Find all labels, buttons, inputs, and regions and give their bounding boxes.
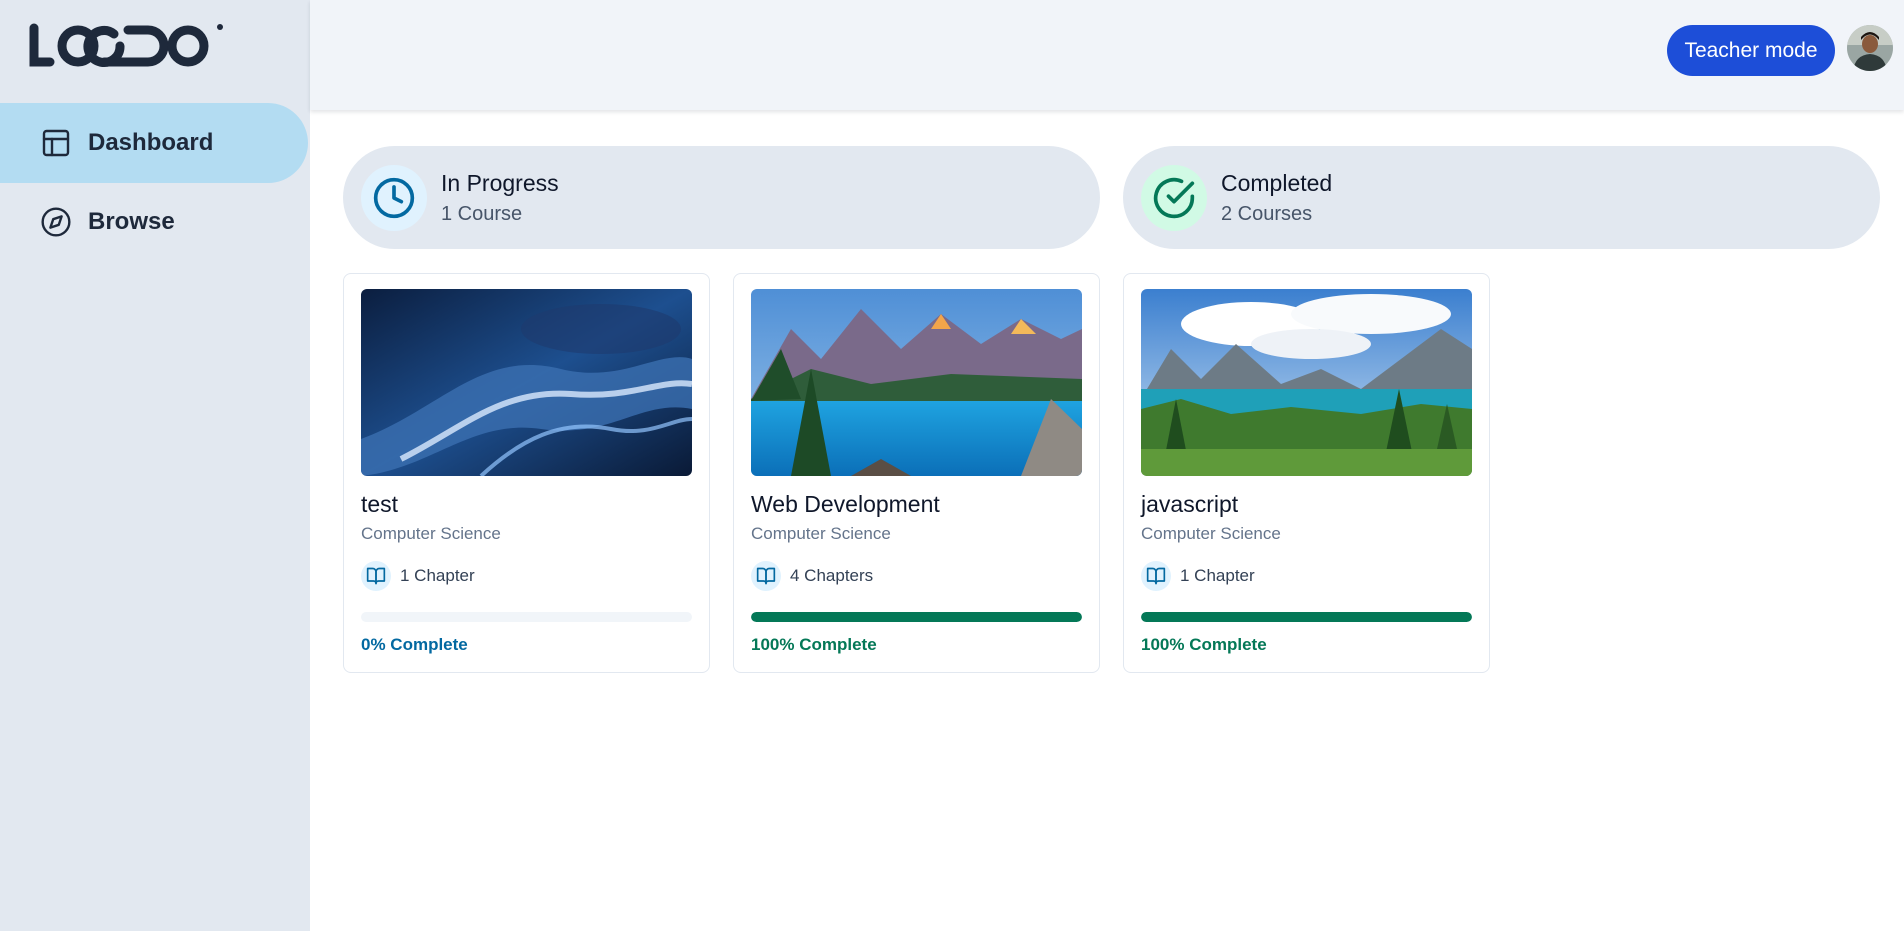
progress-bar — [361, 612, 692, 622]
book-open-icon — [1141, 561, 1171, 591]
progress-label: 0% Complete — [361, 635, 468, 654]
progress-fill — [1141, 612, 1472, 622]
stat-count: 2 Courses — [1221, 202, 1313, 225]
chapter-label: 1 Chapter — [400, 566, 475, 585]
course-title[interactable]: test — [361, 491, 398, 518]
progress-label: 100% Complete — [1141, 635, 1267, 654]
course-category: Computer Science — [751, 524, 891, 543]
sidebar-item-dashboard[interactable]: Dashboard — [0, 103, 308, 183]
course-image[interactable] — [1141, 289, 1472, 476]
progress-bar — [751, 612, 1082, 622]
chapter-count: 1 Chapter — [1141, 561, 1255, 591]
clock-icon — [361, 164, 427, 231]
in-progress-card: In Progress 1 Course — [343, 146, 1100, 249]
chapter-label: 1 Chapter — [1180, 566, 1255, 585]
check-circle-icon — [1141, 164, 1207, 231]
sidebar-item-label: Dashboard — [88, 129, 214, 156]
course-image[interactable] — [751, 289, 1082, 476]
top-header — [310, 0, 1904, 110]
teacher-mode-button[interactable]: Teacher mode — [1667, 25, 1835, 76]
chapter-count: 4 Chapters — [751, 561, 873, 591]
stat-count: 1 Course — [441, 202, 523, 225]
book-open-icon — [361, 561, 391, 591]
sidebar-item-label: Browse — [88, 208, 175, 235]
course-card[interactable]: javascript Computer Science 1 Chapter 10… — [1123, 273, 1490, 673]
logo[interactable] — [28, 22, 224, 72]
chapter-label: 4 Chapters — [790, 566, 874, 585]
course-category: Computer Science — [1141, 524, 1281, 543]
layout-icon — [40, 127, 72, 159]
course-image[interactable] — [361, 289, 692, 476]
stat-title: Completed — [1221, 169, 1333, 196]
book-open-icon — [751, 561, 781, 591]
progress-bar — [1141, 612, 1472, 622]
course-title[interactable]: javascript — [1141, 491, 1238, 518]
compass-icon — [40, 206, 72, 238]
stat-title: In Progress — [441, 169, 559, 196]
course-card[interactable]: Web Development Computer Science 4 Chapt… — [733, 273, 1100, 673]
progress-fill — [751, 612, 1082, 622]
sidebar: Dashboard Browse — [0, 0, 310, 931]
progress-label: 100% Complete — [751, 635, 877, 654]
completed-card: Completed 2 Courses — [1123, 146, 1880, 249]
course-card[interactable]: test Computer Science 1 Chapter 0% Compl… — [343, 273, 710, 673]
chapter-count: 1 Chapter — [361, 561, 475, 591]
course-title[interactable]: Web Development — [751, 491, 940, 518]
sidebar-item-browse[interactable]: Browse — [0, 182, 308, 262]
avatar[interactable] — [1847, 25, 1893, 71]
course-category: Computer Science — [361, 524, 501, 543]
